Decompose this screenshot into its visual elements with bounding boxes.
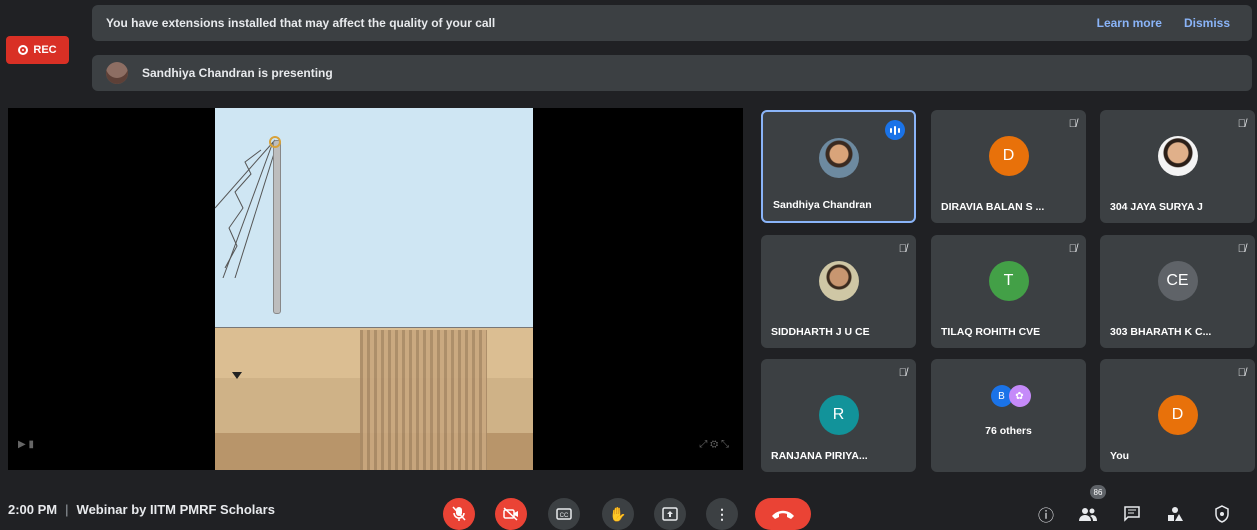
shield-lock-icon <box>1215 505 1229 523</box>
extension-warning-banner: You have extensions installed that may a… <box>92 5 1252 41</box>
svg-text:CC: CC <box>560 513 569 519</box>
captions-icon: CC <box>556 508 572 520</box>
speaking-indicator-icon <box>885 120 905 140</box>
participant-avatar <box>1157 136 1198 176</box>
meeting-title: Webinar by IITM PMRF Scholars <box>76 502 275 517</box>
presenting-banner: Sandhiya Chandran is presenting <box>92 55 1252 91</box>
activities-button[interactable] <box>1161 500 1189 528</box>
chat-button[interactable] <box>1118 500 1146 528</box>
mic-off-icon <box>452 506 466 521</box>
participant-name: DIRAVIA BALAN S ... <box>941 201 1045 213</box>
meeting-info: 2:00 PM | Webinar by IITM PMRF Scholars <box>8 502 275 517</box>
presenter-avatar <box>106 62 128 84</box>
mic-toggle-button[interactable] <box>443 498 475 530</box>
participant-name: RANJANA PIRIYA... <box>771 450 868 462</box>
presentation-view[interactable]: ▶ ▮ ⤢ ⚙ ⤡ <box>8 108 743 470</box>
participant-name: SIDDHARTH J U CE <box>771 326 870 338</box>
captions-button[interactable]: CC <box>548 498 580 530</box>
hand-icon: ✋ <box>609 505 627 522</box>
participant-tile-bharath[interactable]: 🎙̸ CE 303 BHARATH K C... <box>1100 235 1255 348</box>
participant-tile-self[interactable]: 🎙̸ D You <box>1100 359 1255 472</box>
people-button[interactable] <box>1074 500 1102 528</box>
mic-off-icon: 🎙̸ <box>1237 367 1246 379</box>
host-controls-button[interactable] <box>1208 500 1236 528</box>
slide-ground-line <box>215 327 533 328</box>
others-avatar-photo: ✿ <box>1008 385 1031 407</box>
people-count-badge: 86 <box>1090 485 1106 499</box>
participant-avatar <box>818 138 859 178</box>
mic-off-icon: 🎙̸ <box>898 367 907 379</box>
present-now-button[interactable] <box>654 498 686 530</box>
participant-avatar: R <box>818 395 859 435</box>
present-screen-icon <box>662 507 678 521</box>
mic-off-icon: 🎙̸ <box>1068 118 1077 130</box>
more-vert-icon: ⋮ <box>715 505 729 522</box>
meeting-time: 2:00 PM <box>8 502 58 517</box>
meeting-details-button[interactable]: ⓘ <box>1032 500 1060 528</box>
camera-off-icon <box>503 507 518 521</box>
participant-tile-sandhiya[interactable]: Sandhiya Chandran <box>761 110 916 223</box>
hang-up-icon <box>772 510 794 519</box>
video-play-icon[interactable]: ▶ ▮ <box>18 439 34 450</box>
participant-tile-tilaq[interactable]: 🎙̸ T TILAQ ROHITH CVE <box>931 235 1086 348</box>
record-icon <box>18 45 29 55</box>
participant-name: 303 BHARATH K C... <box>1110 326 1212 338</box>
raise-hand-button[interactable]: ✋ <box>602 498 634 530</box>
participant-avatar <box>818 261 859 301</box>
participant-name: 304 JAYA SURYA J <box>1110 201 1203 213</box>
mic-off-icon: 🎙̸ <box>1237 118 1246 130</box>
others-avatars: B ✿ <box>990 385 1031 407</box>
more-options-button[interactable]: ⋮ <box>706 498 738 530</box>
participant-name: TILAQ ROHITH CVE <box>941 326 1041 338</box>
participant-tile-ranjana[interactable]: 🎙̸ R RANJANA PIRIYA... <box>761 359 916 472</box>
extension-warning-text: You have extensions installed that may a… <box>106 16 496 30</box>
participant-avatar: D <box>988 136 1029 176</box>
leave-call-button[interactable] <box>755 498 811 530</box>
learn-more-link[interactable]: Learn more <box>1097 16 1162 30</box>
chat-icon <box>1124 506 1140 522</box>
participant-name: Sandhiya Chandran <box>773 199 872 211</box>
mic-off-icon: 🎙̸ <box>1237 243 1246 255</box>
dismiss-button[interactable]: Dismiss <box>1184 16 1230 30</box>
others-tile[interactable]: B ✿ 76 others <box>931 359 1086 472</box>
video-fullscreen-icon[interactable]: ⤢ ⚙ ⤡ <box>699 439 729 450</box>
activities-icon <box>1168 507 1183 521</box>
participant-avatar: CE <box>1157 261 1198 301</box>
info-icon: ⓘ <box>1037 508 1054 525</box>
participant-tile-diravia[interactable]: 🎙̸ D DIRAVIA BALAN S ... <box>931 110 1086 223</box>
participant-name: You <box>1110 450 1130 462</box>
bottom-toolbar: 2:00 PM | Webinar by IITM PMRF Scholars CC… <box>0 480 1257 530</box>
participant-avatar: T <box>988 261 1029 301</box>
participant-tile-siddharth[interactable]: 🎙̸ SIDDHARTH J U CE <box>761 235 916 348</box>
crane-pulley <box>269 136 281 148</box>
meeting-info-separator: | <box>65 502 69 517</box>
camera-toggle-button[interactable] <box>495 498 527 530</box>
mic-off-icon: 🎙̸ <box>898 243 907 255</box>
mic-off-icon: 🎙̸ <box>1068 243 1077 255</box>
presentation-slide <box>215 108 533 470</box>
presenting-text: Sandhiya Chandran is presenting <box>142 66 333 80</box>
recording-indicator[interactable]: REC <box>6 36 69 64</box>
crane-vibroprobe <box>273 140 281 314</box>
slide-stone-column <box>360 330 487 470</box>
participant-avatar: D <box>1157 395 1198 435</box>
others-count: 76 others <box>985 425 1032 437</box>
water-table-marker <box>232 372 242 379</box>
people-icon <box>1079 508 1097 521</box>
participant-tile-jaya-surya[interactable]: 🎙̸ 304 JAYA SURYA J <box>1100 110 1255 223</box>
recording-label: REC <box>33 44 57 56</box>
